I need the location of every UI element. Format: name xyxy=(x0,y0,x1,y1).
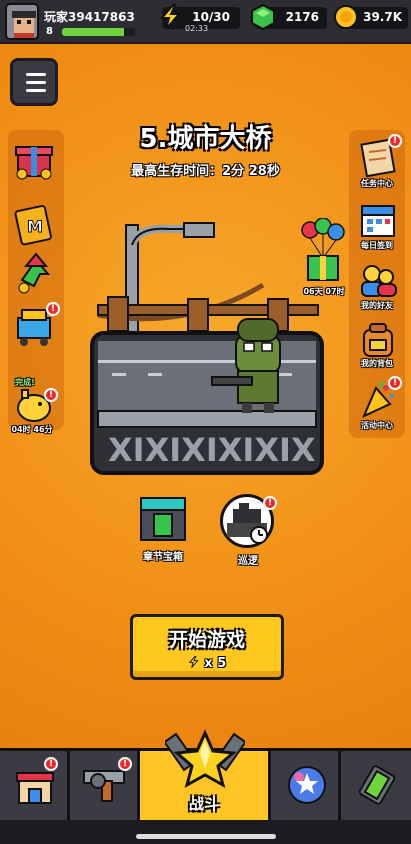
patrol-label: 巡逻 xyxy=(238,556,258,567)
player-level: 8 xyxy=(46,26,53,37)
svg-text:M: M xyxy=(27,217,43,236)
stage-preview-bridge[interactable]: XIXIXIXIXIX xyxy=(88,215,328,480)
menu-line xyxy=(26,81,46,84)
chapter-chest-icon[interactable] xyxy=(138,494,188,544)
gem-value: 2176 xyxy=(285,10,319,24)
tab-weapons[interactable]: ! xyxy=(70,751,140,820)
orb-icon xyxy=(288,766,326,804)
my-backpack-label: 我的背包 xyxy=(361,359,393,368)
green-crystal-icon xyxy=(358,765,396,805)
notification-badge: ! xyxy=(263,496,277,510)
notification-badge: ! xyxy=(118,757,132,771)
gift-box-icon[interactable] xyxy=(12,136,56,180)
limited-timer: 04时 46分 xyxy=(11,425,53,434)
menu-line xyxy=(26,73,46,76)
task-center-label: 任务中心 xyxy=(361,179,393,188)
energy-timer: 02:33 xyxy=(185,24,209,33)
tab-battle[interactable]: 战斗 xyxy=(140,729,271,820)
start-game-button[interactable]: 开始游戏 x 5 xyxy=(130,614,284,680)
energy-value: 10/30 xyxy=(192,10,230,24)
xp-bar-fill xyxy=(62,28,125,36)
tab-battle-label: 战斗 xyxy=(188,795,219,813)
player-name: 玩家39417863 xyxy=(44,10,135,24)
coin-icon xyxy=(334,5,358,29)
start-cost-label: x 5 xyxy=(133,655,281,671)
menu-button[interactable] xyxy=(10,58,58,106)
tab-shop[interactable]: ! xyxy=(0,751,70,820)
chapter-chest-label: 章节宝箱 xyxy=(143,552,183,563)
notification-badge: ! xyxy=(44,757,58,771)
lightning-icon xyxy=(159,4,182,30)
notification-badge: ! xyxy=(44,388,58,402)
monthly-card-icon[interactable]: M xyxy=(12,202,56,246)
notification-badge: ! xyxy=(388,134,402,148)
green-gem-icon xyxy=(251,4,275,30)
lightning-icon xyxy=(188,656,199,668)
growth-arrow-icon[interactable] xyxy=(12,250,56,294)
battle-star-icon xyxy=(165,729,245,789)
menu-line xyxy=(26,89,46,92)
bottom-nav: ! ! 战斗 xyxy=(0,729,411,820)
notification-badge: ! xyxy=(46,302,60,316)
top-bar: 玩家39417863 8 10/30 02:33 2176 39.7K xyxy=(0,0,411,44)
friends-icon[interactable] xyxy=(356,258,400,302)
calendar-icon[interactable] xyxy=(356,198,400,242)
tab-evolution[interactable] xyxy=(341,751,411,820)
notification-badge: ! xyxy=(388,376,402,390)
backpack-icon[interactable] xyxy=(356,318,400,362)
daily-signin-label: 每日签到 xyxy=(361,241,393,250)
xp-bar xyxy=(62,28,135,36)
svg-text:XIXIXIXIXIX: XIXIXIXIXIX xyxy=(108,431,316,469)
home-indicator-area xyxy=(0,820,411,844)
start-cost-value: x 5 xyxy=(204,656,227,671)
home-indicator[interactable] xyxy=(136,834,276,839)
coin-value: 39.7K xyxy=(363,10,402,24)
start-game-label: 开始游戏 xyxy=(168,629,245,651)
tab-talents[interactable] xyxy=(271,751,341,820)
player-avatar[interactable] xyxy=(5,3,39,40)
my-friends-label: 我的好友 xyxy=(361,301,393,310)
event-center-label: 活动中心 xyxy=(361,421,393,430)
